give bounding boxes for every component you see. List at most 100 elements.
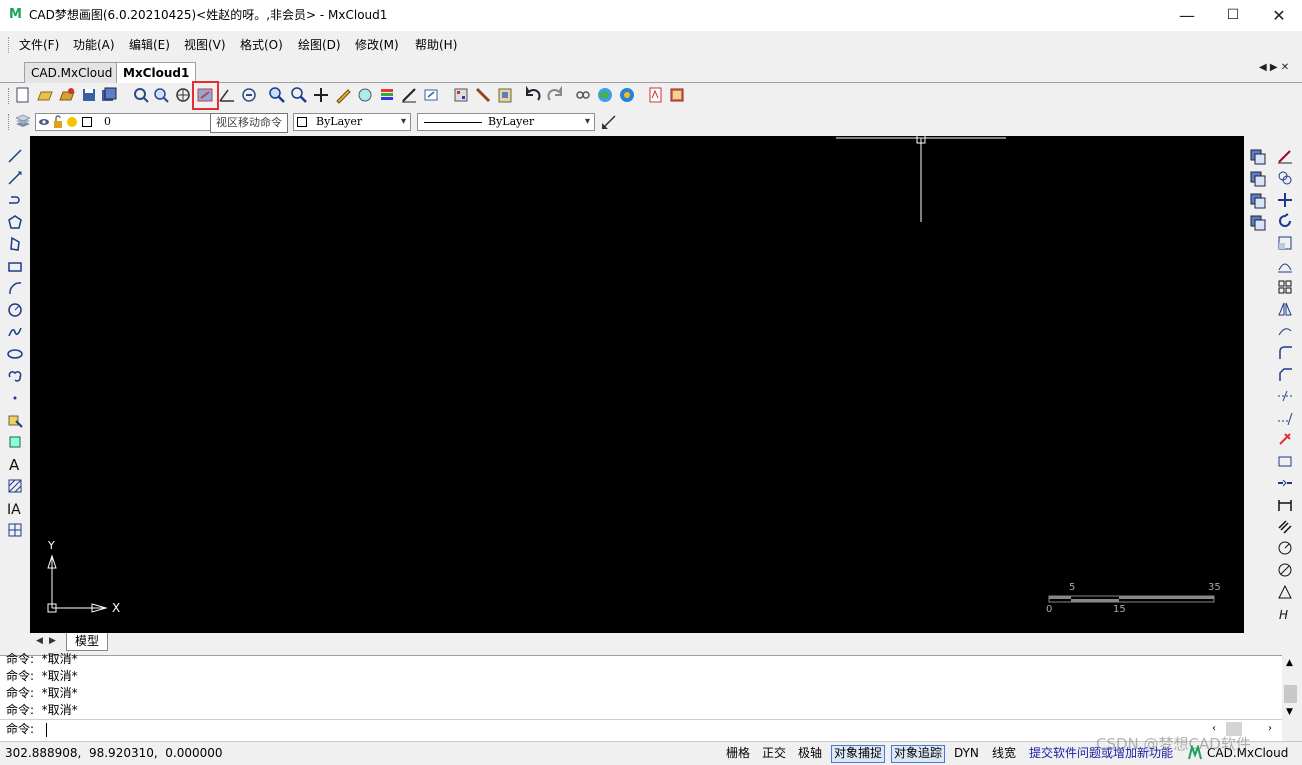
redo-icon[interactable] <box>546 86 564 104</box>
link-icon[interactable] <box>574 86 592 104</box>
dimension-diameter-icon[interactable] <box>1276 561 1294 579</box>
polygon-icon[interactable] <box>6 213 24 231</box>
circle-icon[interactable] <box>6 301 24 319</box>
insert-block-icon[interactable] <box>6 411 24 429</box>
menu-edit[interactable]: 编辑(E) <box>129 37 170 53</box>
toggle-otrack[interactable]: 对象追踪 <box>891 745 946 763</box>
polyline-icon[interactable] <box>6 191 24 209</box>
layer-select[interactable]: 0 <box>35 113 213 131</box>
match-properties-icon[interactable] <box>600 113 618 131</box>
send-back-icon[interactable] <box>1249 170 1267 188</box>
properties-icon[interactable] <box>452 86 470 104</box>
pdf-icon[interactable] <box>646 86 664 104</box>
zoom-realtime-icon[interactable] <box>132 86 150 104</box>
mtext-icon[interactable]: IA <box>6 499 24 517</box>
move-cross-icon[interactable] <box>312 86 330 104</box>
brush-icon[interactable] <box>474 86 492 104</box>
image-icon[interactable] <box>668 86 686 104</box>
offset-icon[interactable] <box>1276 256 1294 274</box>
fillet-icon[interactable] <box>1276 343 1294 361</box>
new-file-icon[interactable] <box>14 86 32 104</box>
scroll-thumb[interactable] <box>1284 685 1297 703</box>
toggle-osnap[interactable]: 对象捕捉 <box>831 745 886 763</box>
copy-icon[interactable] <box>1276 169 1294 187</box>
dimension-radius-icon[interactable] <box>1276 539 1294 557</box>
dimension-linear-icon[interactable] <box>1276 496 1294 514</box>
arc-icon[interactable] <box>6 279 24 297</box>
layer-stack-icon[interactable] <box>378 86 396 104</box>
dimension-text-icon[interactable]: H <box>1276 605 1294 623</box>
globe-icon[interactable] <box>596 86 614 104</box>
shape-icon[interactable] <box>6 235 24 253</box>
point-icon[interactable] <box>6 389 24 407</box>
menu-view[interactable]: 视图(V) <box>184 37 226 53</box>
layout-prev-button[interactable]: ◀ <box>36 636 43 646</box>
zoom-previous-icon[interactable] <box>240 86 258 104</box>
menu-modify[interactable]: 修改(M) <box>355 37 399 53</box>
save-all-icon[interactable] <box>100 86 118 104</box>
scroll-up-icon[interactable]: ▲ <box>1286 658 1293 668</box>
move-icon[interactable] <box>1276 191 1294 209</box>
zoom-extents-icon[interactable] <box>174 86 192 104</box>
stretch-icon[interactable] <box>1276 321 1294 339</box>
minimize-button[interactable]: — <box>1164 0 1210 31</box>
layer-manager-icon[interactable] <box>14 112 32 130</box>
color-select[interactable]: ByLayer ▾ <box>293 113 411 131</box>
spline-icon[interactable] <box>6 323 24 341</box>
measure-angle-icon[interactable] <box>218 86 236 104</box>
extend-icon[interactable] <box>1276 409 1294 427</box>
open-recent-icon[interactable] <box>58 86 76 104</box>
scroll-down-icon[interactable]: ▼ <box>1286 707 1293 717</box>
color-wheel-icon[interactable] <box>356 86 374 104</box>
make-block-icon[interactable] <box>6 433 24 451</box>
save-icon[interactable] <box>80 86 98 104</box>
toggle-ortho[interactable]: 正交 <box>760 745 788 761</box>
break-icon[interactable] <box>1276 452 1294 470</box>
clipboard-icon[interactable] <box>496 86 514 104</box>
undo-icon[interactable] <box>524 86 542 104</box>
tab-nav-controls[interactable]: ◀ ▶ ✕ <box>1259 62 1289 73</box>
text-icon[interactable]: A <box>6 455 24 473</box>
menu-format[interactable]: 格式(O) <box>240 37 283 53</box>
open-file-icon[interactable] <box>36 86 54 104</box>
toggle-lineweight[interactable]: 线宽 <box>990 745 1018 761</box>
ray-icon[interactable] <box>6 169 24 187</box>
menu-function[interactable]: 功能(A) <box>73 37 115 53</box>
menu-help[interactable]: 帮助(H) <box>415 37 457 53</box>
chamfer-icon[interactable] <box>1276 365 1294 383</box>
scale-icon[interactable] <box>1276 234 1294 252</box>
command-scrollbar[interactable]: ▲ ▼ <box>1282 655 1300 741</box>
revcloud-icon[interactable] <box>6 367 24 385</box>
toolbar-grip-2[interactable] <box>8 114 11 130</box>
send-under-icon[interactable] <box>1249 214 1267 232</box>
toggle-dyn[interactable]: DYN <box>952 745 981 761</box>
menu-file[interactable]: 文件(F) <box>19 37 59 53</box>
table-icon[interactable] <box>6 521 24 539</box>
dimension-angular-icon[interactable] <box>1276 583 1294 601</box>
tab-mxcloud1[interactable]: MxCloud1 <box>116 62 197 83</box>
close-button[interactable]: ✕ <box>1256 0 1302 31</box>
layout-next-button[interactable]: ▶ <box>49 636 56 646</box>
pencil-icon[interactable] <box>334 86 352 104</box>
linetype-select[interactable]: ByLayer ▾ <box>417 113 595 131</box>
tab-cad-mxcloud[interactable]: CAD.MxCloud <box>24 62 120 83</box>
toolbar-grip[interactable] <box>8 88 11 104</box>
bring-front-icon[interactable] <box>1249 148 1267 166</box>
zoom-window-icon[interactable] <box>152 86 170 104</box>
tab-model[interactable]: 模型 <box>66 633 109 651</box>
trim-icon[interactable] <box>1276 387 1294 405</box>
rectangle-icon[interactable] <box>6 257 24 275</box>
rotate-icon[interactable] <box>1276 212 1294 230</box>
find-icon[interactable] <box>268 86 286 104</box>
toggle-grid[interactable]: 栅格 <box>724 745 752 761</box>
erase-icon[interactable] <box>1276 147 1294 165</box>
toggle-polar[interactable]: 极轴 <box>796 745 824 761</box>
update-icon[interactable] <box>618 86 636 104</box>
text-style-icon[interactable] <box>400 86 418 104</box>
command-input-row[interactable]: 命令: ‹ › <box>0 719 1282 740</box>
array-icon[interactable] <box>1276 278 1294 296</box>
join-icon[interactable] <box>1276 474 1294 492</box>
maximize-button[interactable]: ☐ <box>1210 0 1256 31</box>
line-icon[interactable] <box>6 147 24 165</box>
bring-above-icon[interactable] <box>1249 192 1267 210</box>
